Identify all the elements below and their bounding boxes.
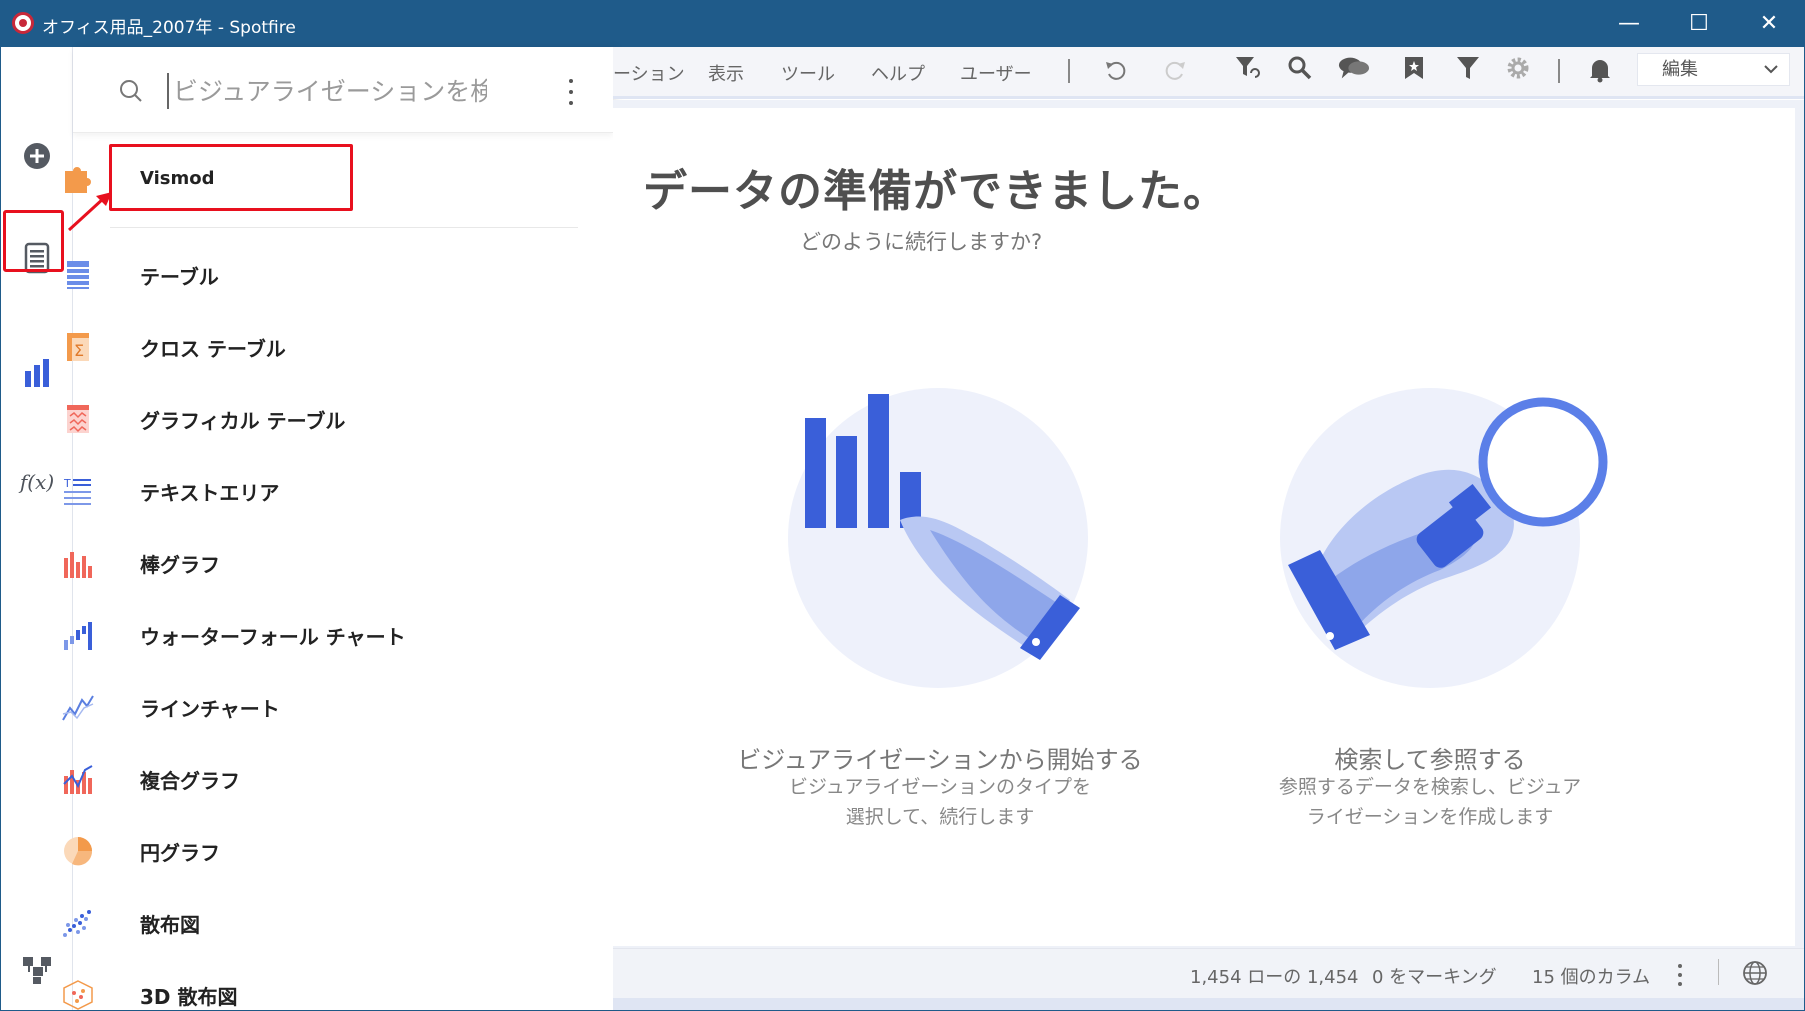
marking-count: 0 をマーキング [1372, 967, 1497, 988]
bar-chart-icon [25, 359, 49, 387]
status-more-icon[interactable] [1676, 964, 1684, 986]
option-visual-title: ビジュアライゼーションから開始する [737, 746, 1143, 774]
vis-item-label: 3D 散布図 [140, 984, 238, 1009]
settings-icon[interactable] [1502, 52, 1534, 84]
vis-item-label: クロス テーブル [140, 336, 286, 361]
menu-view[interactable]: 表示 [708, 60, 744, 86]
menu-tools[interactable]: ツール [781, 60, 835, 86]
comments-icon[interactable] [1338, 52, 1370, 84]
toolbar-separator [1068, 59, 1070, 83]
graphical-table-icon [56, 401, 100, 437]
search-icon[interactable] [1284, 52, 1316, 84]
globe-icon[interactable] [1742, 960, 1768, 990]
search-icon [120, 80, 142, 102]
vis-item-label: 複合グラフ [140, 768, 240, 793]
cross-table-icon: Σ [56, 329, 100, 365]
bookmark-icon[interactable] [1398, 52, 1430, 84]
visualization-search-input[interactable] [167, 73, 487, 109]
combination-chart-icon [56, 761, 100, 797]
svg-text:Σ: Σ [74, 341, 84, 360]
bottom-strip [613, 998, 1804, 1010]
scatter-plot-icon [56, 905, 100, 941]
window-title: オフィス用品_2007年 - Spotfire [42, 18, 296, 38]
option-search-desc-line1: 参照するデータを検索し、ビジュア [1278, 776, 1582, 798]
vis-item-waterfall-chart[interactable]: ウォーターフォール チャート [48, 605, 518, 665]
panel-search-bar [73, 47, 613, 133]
filter-icon[interactable] [1452, 52, 1484, 84]
vis-item-scatter-plot[interactable]: 散布図 [48, 893, 518, 953]
edit-mode-label: 編集 [1662, 59, 1698, 80]
notification-icon[interactable] [1584, 54, 1616, 86]
page-title: データの準備ができました。 [643, 166, 1228, 217]
close-button[interactable]: ✕ [1734, 0, 1804, 47]
page-subtitle: どのように続行しますか? [800, 230, 1043, 254]
maximize-button[interactable]: ☐ [1664, 0, 1734, 47]
option-search-title: 検索して参照する [1334, 746, 1526, 774]
vis-item-label: 散布図 [140, 912, 200, 937]
text-area-icon: T [56, 473, 100, 509]
status-separator [1718, 959, 1719, 985]
edit-mode-select[interactable]: 編集 [1637, 53, 1790, 86]
vis-item-label: ラインチャート [140, 696, 280, 721]
vis-item-cross-table[interactable]: Σ クロス テーブル [48, 317, 518, 377]
menu-visualization[interactable]: ーション [613, 60, 685, 86]
svg-text:T: T [63, 477, 71, 490]
vis-item-label: テキストエリア [140, 480, 280, 505]
vis-item-text-area[interactable]: T テキストエリア [48, 461, 518, 521]
toolbar-separator [1558, 59, 1560, 83]
pie-chart-icon [56, 833, 100, 869]
column-count: 15 個のカラム [1532, 967, 1651, 988]
vis-item-bar-chart[interactable]: 棒グラフ [48, 533, 518, 593]
vis-item-label: 棒グラフ [140, 552, 220, 577]
table-icon [56, 257, 100, 293]
undo-icon[interactable] [1100, 54, 1132, 86]
waterfall-chart-icon [56, 617, 100, 653]
line-chart-icon [56, 689, 100, 725]
menu-user[interactable]: ユーザー [960, 60, 1032, 86]
magnifier-hand-illustration [1280, 388, 1608, 688]
vis-item-table[interactable]: テーブル [48, 245, 518, 305]
vis-item-label: 円グラフ [140, 840, 220, 865]
vis-item-label: グラフィカル テーブル [140, 408, 346, 433]
vis-item-pie-chart[interactable]: 円グラフ [48, 821, 518, 881]
panel-divider [110, 227, 578, 228]
option-visual-desc-line1: ビジュアライゼーションのタイプを [789, 776, 1091, 798]
minimize-button[interactable]: — [1594, 0, 1664, 47]
highlight-box-vismod [109, 144, 353, 211]
option-search-desc-line2: ライゼーションを作成します [1306, 806, 1554, 828]
more-options-icon[interactable] [566, 79, 576, 105]
spotfire-logo-icon [12, 12, 34, 34]
vis-item-label: テーブル [140, 264, 219, 289]
menu-help[interactable]: ヘルプ [871, 60, 925, 86]
vis-item-combination-chart[interactable]: 複合グラフ [48, 749, 518, 809]
bar-chart-hand-illustration [788, 388, 1088, 688]
bar-chart-icon [56, 545, 100, 581]
filter-reset-icon[interactable] [1232, 52, 1264, 84]
chevron-down-icon [1763, 54, 1779, 95]
redo-icon[interactable] [1159, 54, 1191, 86]
title-bar: オフィス用品_2007年 - Spotfire — ☐ ✕ [0, 0, 1805, 47]
3d-scatter-plot-icon [56, 977, 100, 1011]
vis-item-3d-scatter-plot[interactable]: 3D 散布図 [48, 965, 518, 1011]
option-visual-desc-line2: 選択して、続行します [845, 806, 1035, 828]
vis-item-line-chart[interactable]: ラインチャート [48, 677, 518, 737]
annotation-arrow [67, 192, 112, 232]
vis-item-graphical-table[interactable]: グラフィカル テーブル [48, 389, 518, 449]
row-count: 1,454 ローの 1,454 [1190, 967, 1359, 988]
vis-item-label: ウォーターフォール チャート [140, 624, 406, 649]
